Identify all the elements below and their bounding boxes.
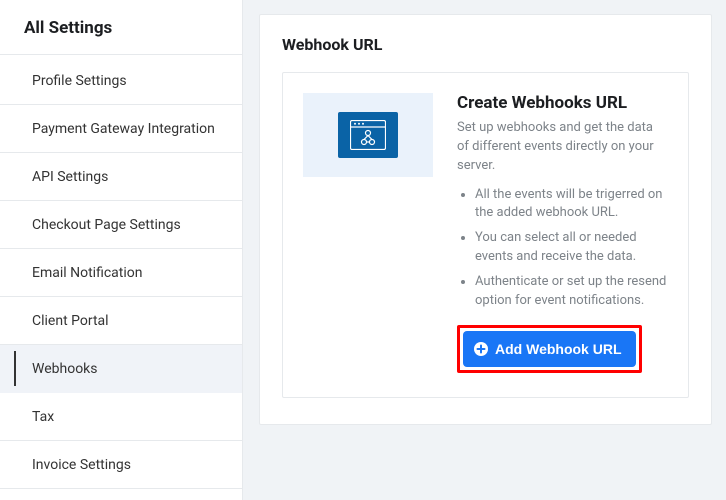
- sidebar-item-email-notification[interactable]: Email Notification: [0, 249, 242, 297]
- info-section: Create Webhooks URL Set up webhooks and …: [457, 93, 668, 373]
- main-content: Webhook URL: [243, 0, 726, 500]
- sidebar-item-label: Client Portal: [32, 313, 109, 329]
- sidebar-item-client-portal[interactable]: Client Portal: [0, 297, 242, 345]
- sidebar-item-label: Email Notification: [32, 265, 143, 281]
- sidebar-list: Profile Settings Payment Gateway Integra…: [0, 57, 242, 489]
- info-heading: Create Webhooks URL: [457, 93, 668, 113]
- sidebar-item-payment-gateway[interactable]: Payment Gateway Integration: [0, 105, 242, 153]
- highlight-annotation: Add Webhook URL: [457, 325, 642, 373]
- sidebar-title: All Settings: [0, 18, 242, 40]
- sidebar-item-api-settings[interactable]: API Settings: [0, 153, 242, 201]
- add-webhook-button[interactable]: Add Webhook URL: [463, 331, 636, 367]
- info-description: Set up webhooks and get the data of diff…: [457, 119, 668, 176]
- sidebar-item-label: Webhooks: [32, 361, 98, 377]
- plus-circle-icon: [473, 341, 489, 357]
- webhook-browser-icon: [338, 112, 398, 158]
- sidebar-item-label: Profile Settings: [32, 73, 127, 89]
- sidebar-item-label: Payment Gateway Integration: [32, 121, 215, 137]
- sidebar-item-webhooks[interactable]: Webhooks: [0, 345, 242, 393]
- sidebar-item-tax[interactable]: Tax: [0, 393, 242, 441]
- sidebar-item-label: Tax: [32, 409, 54, 425]
- webhook-panel: Webhook URL: [259, 14, 712, 425]
- add-webhook-button-label: Add Webhook URL: [495, 341, 622, 357]
- info-bullet-list: All the events will be trigerred on the …: [457, 186, 668, 311]
- info-bullet: Authenticate or set up the resend option…: [475, 273, 668, 311]
- sidebar-item-profile-settings[interactable]: Profile Settings: [0, 57, 242, 105]
- sidebar-item-label: Invoice Settings: [32, 457, 131, 473]
- panel-title: Webhook URL: [282, 35, 689, 54]
- sidebar-item-label: API Settings: [32, 169, 108, 185]
- sidebar-item-label: Checkout Page Settings: [32, 217, 181, 233]
- app-layout: All Settings Profile Settings Payment Ga…: [0, 0, 726, 500]
- sidebar-item-invoice-settings[interactable]: Invoice Settings: [0, 441, 242, 489]
- info-bullet: You can select all or needed events and …: [475, 229, 668, 267]
- settings-sidebar: All Settings Profile Settings Payment Ga…: [0, 0, 243, 500]
- panel-body: Create Webhooks URL Set up webhooks and …: [282, 72, 689, 398]
- info-bullet: All the events will be trigerred on the …: [475, 186, 668, 224]
- feature-icon-panel: [303, 93, 433, 177]
- sidebar-item-checkout-page[interactable]: Checkout Page Settings: [0, 201, 242, 249]
- divider: [0, 54, 242, 55]
